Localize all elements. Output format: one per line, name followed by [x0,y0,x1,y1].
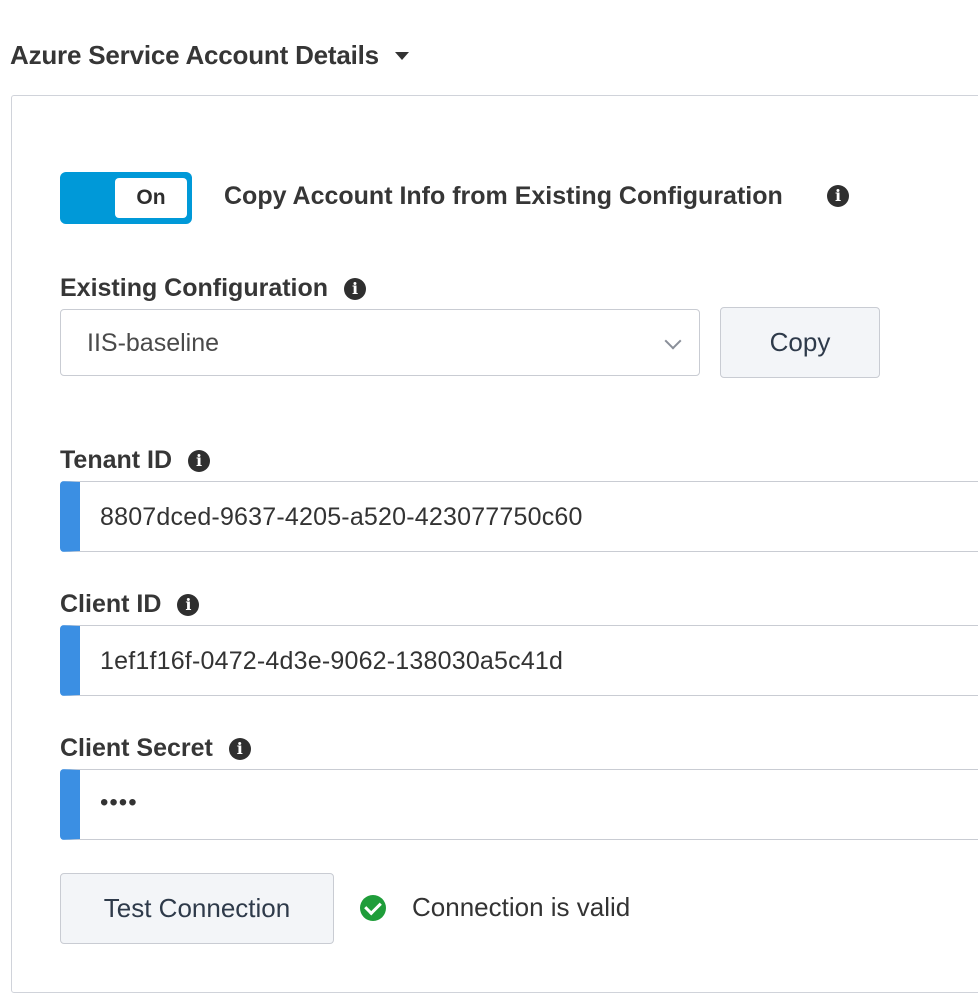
client-secret-label-row: Client Secret i [60,734,251,763]
info-icon[interactable]: i [177,593,200,616]
info-icon[interactable]: i [188,449,211,472]
info-icon[interactable]: i [827,185,849,207]
copy-button[interactable]: Copy [720,307,880,378]
copy-button-label: Copy [769,327,831,357]
test-connection-label: Test Connection [103,893,291,923]
existing-config-label: Existing Configuration [60,274,329,302]
info-icon[interactable]: i [344,277,367,300]
client-id-field[interactable]: 1ef1f16f-0472-4d3e-9062-138030a5c41d [60,625,978,696]
tenant-id-label: Tenant ID [60,446,173,474]
existing-config-label-row: Existing Configuration i [60,274,367,303]
client-id-label: Client ID [60,590,162,618]
connection-status: Connection is valid [360,892,630,923]
chevron-down-icon [664,332,682,350]
client-secret-field[interactable]: •••• [60,769,978,840]
toggle-label: Copy Account Info from Existing Configur… [224,182,783,210]
client-secret-label: Client Secret [60,734,213,762]
test-connection-button[interactable]: Test Connection [60,873,334,944]
toggle-state-label: On [136,186,166,209]
client-id-value: 1ef1f16f-0472-4d3e-9062-138030a5c41d [100,647,564,675]
client-secret-value: •••• [100,789,138,816]
client-id-label-row: Client ID i [60,590,200,619]
connection-status-text: Connection is valid [412,892,631,922]
existing-config-select[interactable]: IIS-baseline [60,309,700,376]
toggle-label-row: Copy Account Info from Existing Configur… [224,182,783,211]
existing-config-value: IIS-baseline [87,329,220,357]
section-header[interactable]: Azure Service Account Details [10,38,409,72]
tenant-id-label-row: Tenant ID i [60,446,211,475]
caret-down-icon [394,52,409,60]
check-circle-icon [360,894,386,921]
tenant-id-value: 8807dced-9637-4205-a520-423077750c60 [100,503,583,531]
tenant-id-field[interactable]: 8807dced-9637-4205-a520-423077750c60 [60,481,978,552]
copy-toggle[interactable]: On [60,172,192,224]
section-title: Azure Service Account Details [10,39,379,70]
info-icon[interactable]: i [228,737,251,760]
toggle-knob: On [115,178,187,218]
